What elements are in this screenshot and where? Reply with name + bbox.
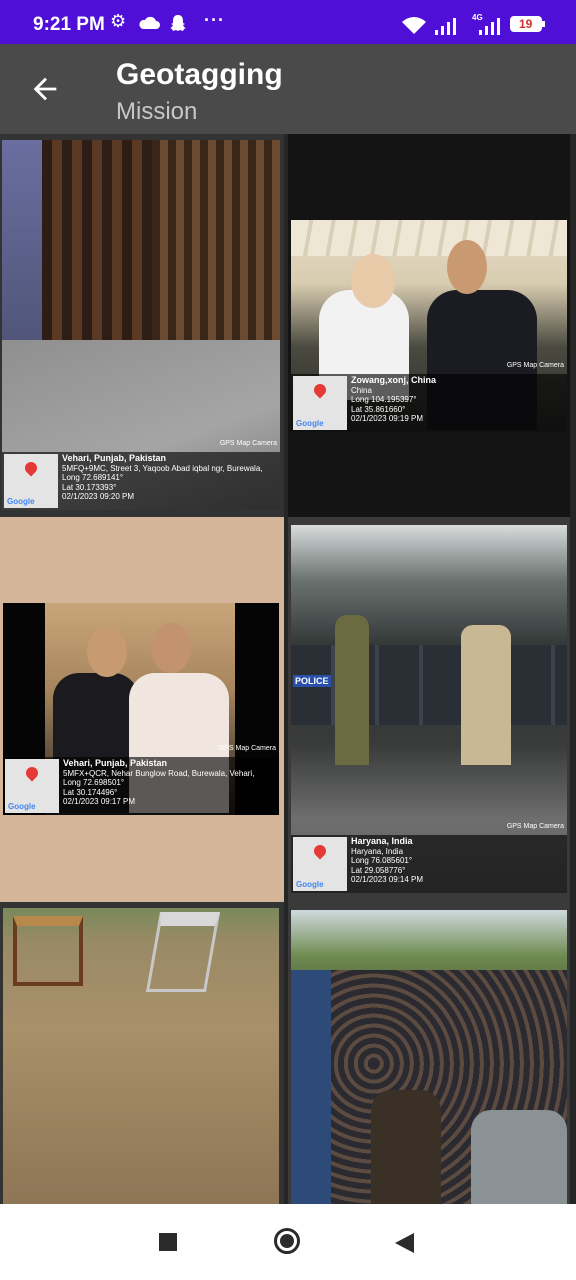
battery-icon: 19 xyxy=(510,16,542,32)
man-in-jacket xyxy=(471,1110,567,1204)
photo-card-5[interactable] xyxy=(0,902,284,1204)
mini-map: Google xyxy=(293,837,347,891)
photo-card-1[interactable]: GPS Map Camera Google Vehari, Punjab, Pa… xyxy=(0,134,284,517)
photo-image: GPS Map Camera Google Zowang,xonj, China… xyxy=(291,220,567,432)
page-subtitle: Mission xyxy=(116,98,198,125)
latitude: Lat 29.058776° xyxy=(351,865,406,875)
latitude: Lat 30.173393° xyxy=(62,482,117,492)
address-line: China xyxy=(351,385,372,395)
map-pin-icon xyxy=(311,842,329,860)
longitude: Long 72.689141° xyxy=(62,473,124,483)
man-figure xyxy=(461,625,511,765)
photo-image xyxy=(3,908,279,1204)
settings-gear-icon: ⚙ xyxy=(110,11,127,31)
status-bar: 9:21 PM ⚙ ··· 4G 19 xyxy=(0,0,576,44)
circle-icon[interactable] xyxy=(274,1228,300,1254)
longitude: Long 72.698501° xyxy=(63,778,125,788)
camera-label: GPS Map Camera xyxy=(218,745,276,752)
address-line: 5MFX+QCR, Nehar Bunglow Road, Burewala, … xyxy=(63,768,255,778)
photo-image xyxy=(291,910,567,1204)
timestamp: 02/1/2023 09:17 PM xyxy=(63,797,136,807)
location-name: Zowang,xonj, China xyxy=(351,375,436,385)
face-left xyxy=(87,627,127,677)
triangle-back-icon[interactable] xyxy=(394,1232,414,1254)
metal-chair xyxy=(145,912,221,992)
geo-stamp: GPS Map Camera Google Vehari, Punjab, Pa… xyxy=(3,745,279,815)
app-bar: Geotagging Mission xyxy=(0,44,576,134)
longitude: Long 76.085601° xyxy=(351,856,413,866)
photo-card-6[interactable] xyxy=(288,902,570,1204)
more-notifications-icon: ··· xyxy=(204,10,225,30)
location-name: Vehari, Punjab, Pakistan xyxy=(63,758,168,768)
system-nav-bar xyxy=(0,1204,576,1280)
camera-label: GPS Map Camera xyxy=(506,362,564,369)
latitude: Lat 30.174496° xyxy=(63,787,118,797)
photo-card-2[interactable]: GPS Map Camera Google Zowang,xonj, China… xyxy=(288,134,570,517)
stamp-text: Haryana, India Haryana, India Long 76.08… xyxy=(351,836,563,885)
page-title: Geotagging xyxy=(116,58,283,91)
curtain-shape xyxy=(42,140,152,370)
photo-image: GPS Map Camera Google Vehari, Punjab, Pa… xyxy=(3,603,279,815)
timestamp: 02/1/2023 09:14 PM xyxy=(351,875,424,885)
status-time: 9:21 PM xyxy=(33,14,105,35)
square-icon[interactable] xyxy=(159,1233,177,1251)
geo-stamp: GPS Map Camera Google Haryana, India Har… xyxy=(291,823,567,893)
stamp-text: Vehari, Punjab, Pakistan 5MFX+QCR, Nehar… xyxy=(63,758,275,807)
latitude: Lat 35.861660° xyxy=(351,404,406,414)
photo-card-4[interactable]: POLICE GPS Map Camera Google Haryana, In… xyxy=(288,517,570,902)
face-right xyxy=(151,623,191,673)
mini-map: Google xyxy=(293,376,347,430)
home-dot xyxy=(280,1234,294,1248)
curtain-shape-2 xyxy=(152,140,280,340)
seated-man xyxy=(371,1090,441,1204)
photo-card-3[interactable]: GPS Map Camera Google Vehari, Punjab, Pa… xyxy=(0,517,284,902)
photo-image: POLICE GPS Map Camera Google Haryana, In… xyxy=(291,525,567,893)
timestamp: 02/1/2023 09:20 PM xyxy=(62,492,135,502)
battery-tip xyxy=(542,21,545,27)
signal-2-icon xyxy=(479,18,500,35)
photo-grid: GPS Map Camera Google Vehari, Punjab, Pa… xyxy=(0,134,576,1204)
address-line: Haryana, India xyxy=(351,846,404,856)
officer-figure xyxy=(335,615,369,765)
location-name: Haryana, India xyxy=(351,836,413,846)
signal-1-icon xyxy=(435,18,456,35)
mini-map: Google xyxy=(4,454,58,508)
police-shields xyxy=(291,645,567,725)
face-right xyxy=(447,240,487,294)
wifi-icon xyxy=(402,17,426,34)
mini-map: Google xyxy=(5,759,59,813)
camera-label: GPS Map Camera xyxy=(506,823,564,830)
tent-roof xyxy=(291,220,567,256)
map-logo: Google xyxy=(296,419,324,428)
address-line: 5MFQ+9MC, Street 3, Yaqoob Abad iqbal ng… xyxy=(62,463,263,473)
face-left xyxy=(351,254,395,308)
battery-level: 19 xyxy=(519,17,533,31)
stamp-text: Zowang,xonj, China China Long 104.195397… xyxy=(351,375,563,424)
snapchat-ghost-icon xyxy=(170,15,186,31)
geo-stamp: GPS Map Camera Google Zowang,xonj, China… xyxy=(291,362,567,432)
geo-stamp: GPS Map Camera Google Vehari, Punjab, Pa… xyxy=(2,440,280,510)
standing-man xyxy=(291,970,331,1204)
stamp-text: Vehari, Punjab, Pakistan 5MFQ+9MC, Stree… xyxy=(62,453,276,502)
police-sign: POLICE xyxy=(293,675,331,687)
timestamp: 02/1/2023 09:19 PM xyxy=(351,414,424,424)
map-logo: Google xyxy=(296,880,324,889)
camera-label: GPS Map Camera xyxy=(219,440,277,447)
map-logo: Google xyxy=(7,497,35,506)
cloud-icon xyxy=(139,16,160,29)
map-pin-icon xyxy=(22,459,40,477)
longitude: Long 104.195397° xyxy=(351,395,417,405)
arrow-back-icon[interactable] xyxy=(28,72,62,106)
photo-image: GPS Map Camera Google Vehari, Punjab, Pa… xyxy=(2,140,280,510)
map-pin-icon xyxy=(311,381,329,399)
map-logo: Google xyxy=(8,802,36,811)
location-name: Vehari, Punjab, Pakistan xyxy=(62,453,167,463)
wooden-chair xyxy=(13,916,83,986)
map-pin-icon xyxy=(23,764,41,782)
